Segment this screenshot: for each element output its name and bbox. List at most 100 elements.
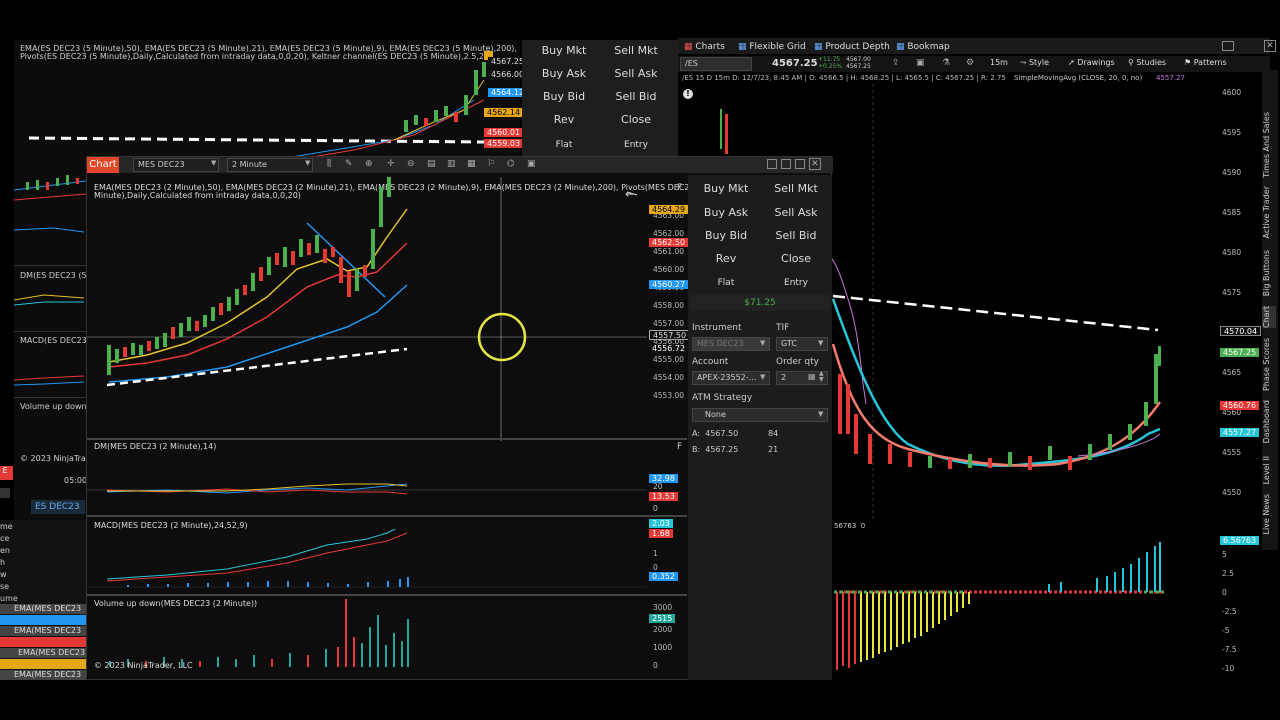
close-icon[interactable]: ✕ (1264, 40, 1276, 52)
bg-macd-label: MACD(ES DEC23 (20, 336, 87, 345)
data-box-icon[interactable]: ▥ (447, 159, 456, 169)
bg-buy-mkt-button[interactable]: Buy Mkt (530, 42, 598, 60)
pane-divider[interactable] (87, 438, 687, 440)
main-price-chart[interactable] (87, 177, 647, 441)
calculator-icon[interactable]: ▦ (808, 372, 816, 381)
studies-menu[interactable]: ⚲ Studies (1128, 58, 1166, 67)
zoom-in-icon[interactable]: ⊕ (365, 159, 373, 169)
template-icon[interactable]: ▣ (527, 159, 536, 169)
quantity-stepper[interactable]: ▲ ▼ (819, 371, 824, 383)
main-y-tick: 4562.00 (653, 229, 685, 238)
tab-bookmap[interactable]: ▦ Bookmap (896, 42, 950, 52)
bg-order-buttons: Buy Mkt Sell Mkt Buy Ask Sell Ask Buy Bi… (522, 40, 678, 158)
depth-icon: ▦ (814, 42, 826, 52)
price-change: +11.75 +0.25% (818, 56, 842, 70)
minimize-icon[interactable] (767, 159, 777, 169)
side-tab-level-ii[interactable]: Level II (1262, 456, 1276, 484)
bg-sell-mkt-button[interactable]: Sell Mkt (602, 42, 670, 60)
bg-close-button[interactable]: Close (602, 111, 670, 129)
left-edge-scroll[interactable] (0, 488, 10, 498)
side-tab-live-news[interactable]: Live News (1262, 494, 1276, 535)
buy-bid-button[interactable]: Buy Bid (692, 226, 760, 246)
instrument-tab[interactable]: ES DEC23 (31, 500, 85, 514)
timeframe-select[interactable]: 15m (990, 58, 1008, 67)
symbol-input[interactable]: /ES (680, 57, 752, 71)
bg-pane-divider (14, 397, 86, 398)
main-price-tag: 4562.50 (649, 238, 689, 247)
sell-bid-button[interactable]: Sell Bid (762, 226, 830, 246)
instrument-select[interactable]: MES DEC23 (133, 158, 219, 172)
window-restore-icon[interactable] (1222, 41, 1234, 51)
style-menu[interactable]: ⤳ Style (1020, 58, 1049, 68)
properties-icon[interactable]: ▤ (427, 159, 436, 169)
zoom-out-icon[interactable]: ⊖ (407, 159, 415, 169)
bar-type-icon[interactable]: ⫼ (327, 159, 331, 169)
side-tab-times-and-sales[interactable]: Times And Sales (1262, 112, 1276, 178)
chevron-down-icon: ▼ (305, 159, 311, 167)
dm-chart[interactable] (87, 452, 647, 512)
close-position-button[interactable]: Close (762, 249, 830, 269)
bg-sell-bid-button[interactable]: Sell Bid (602, 88, 670, 106)
bg-price-tag: 4560.01 (484, 128, 524, 137)
close-icon[interactable]: ✕ (809, 158, 821, 170)
instrument-field[interactable]: MES DEC23 (692, 337, 770, 351)
right-oscillator[interactable] (834, 534, 1218, 674)
strategy-icon[interactable]: ▦ (467, 159, 476, 169)
side-tab-active-trader[interactable]: Active Trader (1262, 186, 1276, 238)
bg-rev-button[interactable]: Rev (530, 111, 598, 129)
flask-icon[interactable]: ⚗ (942, 58, 950, 68)
share-icon[interactable]: ⇪ (892, 58, 900, 68)
interval-select[interactable]: 2 Minute (227, 158, 313, 172)
draw-tool-icon[interactable]: ✎ (345, 159, 353, 169)
osc-y-tick: 0 (1222, 588, 1227, 597)
indicators-icon[interactable]: ⚐ (487, 159, 495, 169)
tab-product-depth[interactable]: ▦ Product Depth (814, 42, 890, 52)
side-tab-big-buttons[interactable]: Big Buttons (1262, 250, 1276, 296)
bg-entry-button[interactable]: Entry (602, 138, 670, 152)
alert-icon[interactable]: ! (683, 89, 693, 99)
buy-market-button[interactable]: Buy Mkt (692, 179, 760, 199)
patterns-icon: ⚑ (1184, 58, 1194, 67)
sell-market-button[interactable]: Sell Mkt (762, 179, 830, 199)
volume-chart[interactable] (87, 597, 647, 671)
maximize-icon[interactable] (795, 159, 805, 169)
tab-charts[interactable]: ▦ Charts (684, 42, 725, 52)
entry-button[interactable]: Entry (762, 275, 830, 291)
window-tile-icon[interactable] (781, 159, 791, 169)
account-label: Account (692, 357, 729, 367)
left-list-ema[interactable]: EMA(MES DEC23 (0, 648, 86, 658)
bg-buy-ask-button[interactable]: Buy Ask (530, 65, 598, 83)
patterns-menu[interactable]: ⚑ Patterns (1184, 58, 1227, 67)
pane-settings-button[interactable]: F (677, 442, 682, 452)
pane-divider[interactable] (87, 594, 687, 596)
left-list-ema[interactable]: EMA(MES DEC23 (0, 604, 86, 614)
side-tab-chart[interactable]: Chart (1262, 306, 1276, 328)
account-select[interactable]: APEX-23552-... (692, 371, 770, 385)
atm-strategy-select[interactable]: None (692, 408, 828, 422)
trade-icon[interactable]: ⌬ (507, 159, 515, 169)
tab-flexible-grid[interactable]: ▦ Flexible Grid (738, 42, 806, 52)
flat-button[interactable]: Flat (692, 275, 760, 291)
side-tab-dashboard[interactable]: Dashboard (1262, 400, 1276, 443)
bg-flat-button[interactable]: Flat (530, 138, 598, 152)
left-list-ema[interactable]: EMA(MES DEC23 (0, 670, 86, 680)
bg-sell-ask-button[interactable]: Sell Ask (602, 65, 670, 83)
osc-y-tick: -5 (1222, 626, 1230, 635)
main-y-tick: 4555.00 (653, 355, 685, 364)
side-tab-phase-scores[interactable]: Phase Scores (1262, 338, 1276, 391)
macd-chart[interactable] (87, 529, 647, 593)
volume-axis: 3000 2515 2000 1000 0 (649, 597, 691, 671)
right-y-tick: 4580 (1222, 248, 1242, 257)
style-label: Style (1028, 58, 1050, 67)
camera-icon[interactable]: ▣ (916, 58, 925, 68)
buy-ask-button[interactable]: Buy Ask (692, 203, 760, 223)
reverse-button[interactable]: Rev (692, 249, 760, 269)
gear-icon[interactable]: ⚙ (966, 58, 974, 68)
pane-divider[interactable] (87, 515, 687, 517)
left-list-ema[interactable]: EMA(MES DEC23 (0, 626, 86, 636)
crosshair-icon[interactable]: ✛ (387, 159, 395, 169)
drawings-menu[interactable]: ➚ Drawings (1068, 58, 1115, 67)
sell-ask-button[interactable]: Sell Ask (762, 203, 830, 223)
bg-buy-bid-button[interactable]: Buy Bid (530, 88, 598, 106)
chart-window-tab[interactable]: Chart (87, 157, 119, 173)
